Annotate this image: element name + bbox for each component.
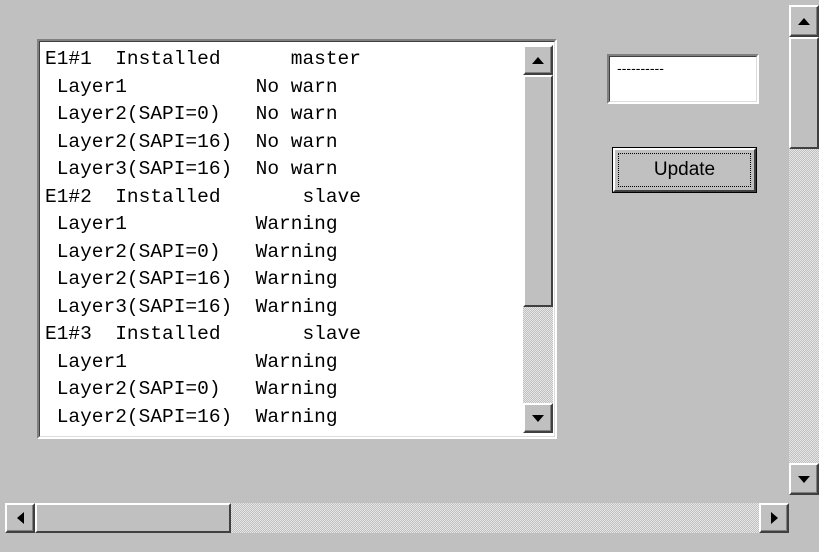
list-item[interactable]: E1#3 Installed slave xyxy=(45,321,521,349)
list-item[interactable]: E1#2 Installed slave xyxy=(45,184,521,212)
window-scroll-right-button[interactable] xyxy=(759,503,789,533)
window-scroll-up-button[interactable] xyxy=(789,5,819,37)
status-field[interactable]: ---------- xyxy=(607,54,759,104)
window-scroll-left-button[interactable] xyxy=(5,503,35,533)
status-listbox[interactable]: E1#1 Installed master Layer1 No warn Lay… xyxy=(37,39,557,439)
list-item[interactable]: Layer2(SAPI=16) Warning xyxy=(45,404,521,432)
arrow-left-icon xyxy=(16,512,24,524)
window-vscroll-thumb[interactable] xyxy=(789,37,819,149)
listbox-scroll-up-button[interactable] xyxy=(523,45,553,75)
window-vertical-scrollbar[interactable] xyxy=(789,5,819,495)
update-button-focus-rect: Update xyxy=(618,153,751,187)
window-horizontal-scrollbar[interactable] xyxy=(5,503,789,533)
list-item[interactable]: Layer2(SAPI=16) Warning xyxy=(45,266,521,294)
listbox-scroll-thumb[interactable] xyxy=(523,75,553,307)
list-item[interactable]: Layer3(SAPI=16) No warn xyxy=(45,156,521,184)
listbox-scrollbar[interactable] xyxy=(523,45,553,433)
arrow-down-icon xyxy=(798,475,810,483)
update-button[interactable]: Update xyxy=(612,147,757,193)
list-item[interactable]: Layer1 No warn xyxy=(45,74,521,102)
list-item[interactable]: Layer1 Warning xyxy=(45,211,521,239)
update-button-label: Update xyxy=(653,159,716,180)
list-item[interactable]: Layer1 Warning xyxy=(45,349,521,377)
listbox-scroll-down-button[interactable] xyxy=(523,403,553,433)
list-item[interactable]: Layer2(SAPI=0) Warning xyxy=(45,239,521,267)
listbox-rows: E1#1 Installed master Layer1 No warn Lay… xyxy=(45,46,521,434)
status-field-value: ---------- xyxy=(617,62,664,77)
arrow-up-icon xyxy=(532,56,544,64)
list-item[interactable]: E1#1 Installed master xyxy=(45,46,521,74)
window-scroll-down-button[interactable] xyxy=(789,463,819,495)
list-item[interactable]: Layer3(SAPI=16) Warning xyxy=(45,294,521,322)
list-item[interactable]: Layer2(SAPI=0) Warning xyxy=(45,376,521,404)
list-item[interactable]: Layer2(SAPI=16) No warn xyxy=(45,129,521,157)
window-hscroll-thumb[interactable] xyxy=(35,503,231,533)
arrow-up-icon xyxy=(798,17,810,25)
scrollbar-corner xyxy=(789,503,819,533)
list-item[interactable]: Layer2(SAPI=0) No warn xyxy=(45,101,521,129)
arrow-down-icon xyxy=(532,414,544,422)
arrow-right-icon xyxy=(770,512,778,524)
window-client-area: E1#1 Installed master Layer1 No warn Lay… xyxy=(0,0,819,552)
